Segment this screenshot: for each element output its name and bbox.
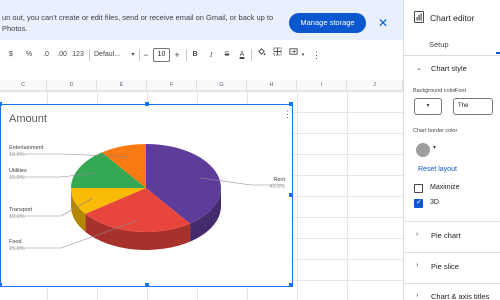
label-name: Entertainment [9,145,44,151]
label-percent: 15.0% [9,175,25,181]
pie-chart-container[interactable]: Amount ⋮ Entertainment 10.0% Utilities 1… [0,102,293,287]
chevron-right-icon[interactable]: › [416,262,418,269]
pie-chart[interactable] [1,105,292,286]
column-header[interactable]: F [147,80,197,91]
reset-layout-link[interactable]: Reset layout [418,166,457,173]
percent-format-button[interactable]: % [24,44,34,66]
column-header[interactable]: J [347,80,403,91]
italic-button[interactable]: I [206,44,216,66]
manage-storage-button[interactable]: Manage storage [289,13,366,33]
slice-label-rent: Rent 40.0% [255,177,285,191]
chevron-down-icon[interactable]: ▾ [300,44,306,66]
resize-handle[interactable] [289,193,293,197]
toolbar-divider [139,49,140,61]
tab-setup[interactable]: Setup [429,40,449,49]
label-percent: 40.0% [269,184,285,190]
maximize-checkbox[interactable] [414,184,423,193]
close-icon[interactable]: ✕ [374,13,392,33]
label-name: Rent [273,177,285,183]
column-header[interactable]: I [297,80,347,91]
text-color-button[interactable]: A [237,44,247,66]
grid-line [0,91,403,92]
resize-handle[interactable] [145,102,149,106]
slice-label-transport: Transport 10.0% [9,207,32,221]
resize-handle[interactable] [0,283,2,287]
merge-icon[interactable] [287,44,299,66]
border-color-label: Chart border color [413,128,458,134]
column-header[interactable]: G [197,80,247,91]
storage-banner: un out, you can't create or edit files, … [0,0,403,40]
chevron-right-icon[interactable]: › [416,231,418,238]
increase-decimal-button[interactable]: .00 [55,44,69,66]
toolbar-divider [89,49,90,61]
toolbar-divider [251,49,252,61]
section-divider [404,283,500,284]
label-percent: 25.0% [9,246,25,252]
banner-message: un out, you can't create or edit files, … [2,13,274,33]
tabs-divider [404,55,500,56]
chevron-down-icon[interactable]: ▾ [433,144,436,151]
section-pie-slice[interactable]: Pie slice [431,262,459,271]
slice-label-food: Food 25.0% [9,239,25,253]
section-pie-chart[interactable]: Pie chart [431,231,461,240]
resize-handle[interactable] [0,102,2,106]
background-color-label: Background color [413,88,456,94]
strikethrough-button[interactable]: S [222,44,232,66]
label-percent: 10.0% [9,152,25,158]
chevron-down-icon[interactable]: ▾ [129,44,137,66]
border-color-swatch[interactable] [416,143,430,157]
decrease-font-size-button[interactable]: − [141,44,151,66]
label-name: Transport [9,207,33,213]
font-select[interactable]: The [453,98,493,115]
label-name: Utilities [9,168,27,174]
column-header[interactable]: D [47,80,97,91]
font-size-input[interactable]: 10 [153,48,170,62]
label-percent: 10.0% [9,214,25,220]
chevron-down-icon[interactable]: ⌄ [416,64,422,72]
paint-bucket-icon[interactable] [255,44,267,66]
column-header-row: C D E F G H I J [0,80,403,91]
resize-handle[interactable] [289,102,293,106]
currency-format-button[interactable]: $ [6,44,16,66]
slice-label-utilities: Utilities 15.0% [9,168,27,182]
label-name: Food [9,239,22,245]
decrease-decimal-button[interactable]: .0 [40,44,52,66]
chart-editor-panel: Chart editor Setup ⌄ Chart style Backgro… [403,0,500,300]
slice-label-entertainment: Entertainment 10.0% [9,145,43,159]
font-label: Font [455,88,467,94]
resize-handle[interactable] [145,283,149,287]
section-chart-axis-titles[interactable]: Chart & axis titles [431,292,489,300]
column-header[interactable]: E [97,80,147,91]
increase-font-size-button[interactable]: + [172,44,182,66]
maximize-label: Maximize [430,184,460,191]
formatting-toolbar: $ % .0 .00 123 Defaul... ▾ − 10 + B I S … [0,44,403,66]
background-color-select[interactable]: ▾ [414,98,442,115]
three-d-checkbox[interactable] [414,198,423,208]
section-divider [404,221,500,222]
column-header[interactable]: C [0,80,47,91]
font-family-select[interactable]: Defaul... [94,44,130,66]
number-format-button[interactable]: 123 [71,44,85,66]
toolbar-divider [186,49,187,61]
section-chart-style[interactable]: Chart style [431,64,467,73]
bold-button[interactable]: B [190,44,200,66]
section-divider [404,252,500,253]
chart-editor-icon [414,11,424,23]
chevron-right-icon[interactable]: › [416,292,418,299]
column-header[interactable]: H [247,80,297,91]
three-d-label: 3D [430,199,439,206]
panel-title: Chart editor [430,13,475,23]
resize-handle[interactable] [289,283,293,287]
borders-icon[interactable] [271,44,283,66]
more-options-button[interactable]: ⋮ [312,44,321,66]
tab-customize-indicator[interactable] [496,52,500,54]
